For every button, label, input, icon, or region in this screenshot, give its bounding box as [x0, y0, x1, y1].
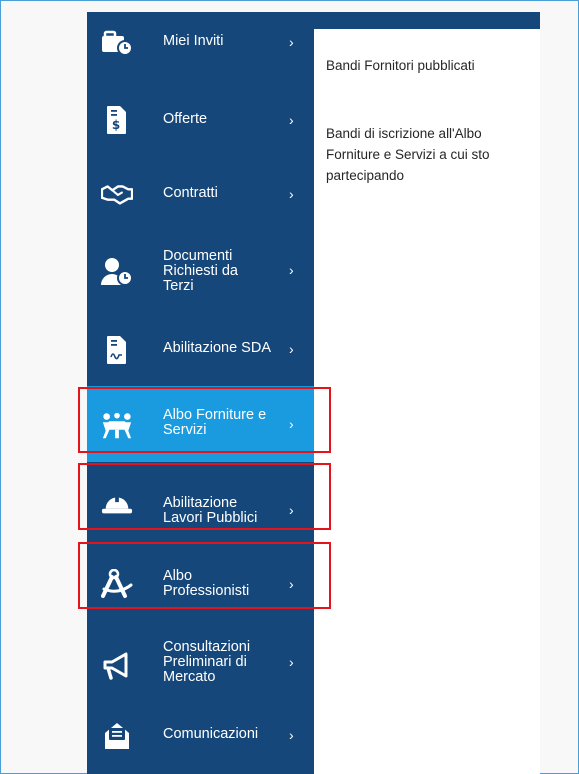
people-table-icon [101, 410, 133, 442]
menu-item-albo-professionisti[interactable]: Albo Professionisti › [87, 542, 314, 622]
menu-item-miei-inviti[interactable]: Miei Inviti › [87, 12, 314, 72]
submenu-link-bandi-iscrizione[interactable]: Bandi di iscrizione all'Albo Forniture e… [326, 123, 536, 186]
megaphone-icon [101, 650, 133, 682]
menu-item-albo-forniture[interactable]: Albo Forniture e Servizi › [87, 386, 314, 462]
menu-item-label: Consultazioni Preliminari di Mercato [163, 639, 251, 685]
menu-item-label: Albo Professionisti [163, 568, 250, 599]
menu-item-label: Miei Inviti [163, 33, 224, 49]
handshake-icon [101, 178, 133, 210]
chevron-right-icon: › [289, 34, 294, 50]
drafting-compass-icon [101, 568, 133, 600]
menu-item-label: Offerte [163, 111, 208, 127]
sidebar-menu: Miei Inviti › $ Offerte › Contratti › Do… [87, 12, 314, 774]
menu-item-abilitazione-lavori[interactable]: Abilitazione Lavori Pubblici › [87, 462, 314, 542]
chevron-right-icon: › [289, 502, 294, 518]
chevron-right-icon: › [289, 727, 294, 743]
menu-item-label: Abilitazione Lavori Pubblici [163, 495, 258, 526]
chevron-right-icon: › [289, 186, 294, 202]
menu-item-label: Comunicazioni [163, 726, 259, 742]
chevron-right-icon: › [289, 262, 294, 278]
menu-item-label: Contratti [163, 185, 218, 201]
user-clock-icon [101, 256, 133, 288]
hard-hat-icon [101, 488, 133, 520]
menu-item-label: Documenti Richiesti da Terzi [163, 248, 238, 294]
menu-item-abilitazione-sda[interactable]: Abilitazione SDA › [87, 308, 314, 386]
submenu-link-bandi-pubblicati[interactable]: Bandi Fornitori pubblicati [326, 55, 536, 76]
briefcase-clock-icon [101, 26, 133, 58]
menu-item-offerte[interactable]: $ Offerte › [87, 84, 314, 156]
submenu-panel: Bandi Fornitori pubblicati Bandi di iscr… [314, 29, 540, 774]
menu-item-consultazioni[interactable]: Consultazioni Preliminari di Mercato › [87, 622, 314, 704]
svg-text:$: $ [112, 118, 120, 132]
chevron-right-icon: › [289, 654, 294, 670]
chevron-right-icon: › [289, 576, 294, 592]
envelope-message-icon [101, 720, 133, 752]
menu-item-contratti[interactable]: Contratti › [87, 156, 314, 232]
chevron-right-icon: › [289, 112, 294, 128]
signed-document-icon [101, 334, 133, 366]
menu-item-documenti-richiesti[interactable]: Documenti Richiesti da Terzi › [87, 232, 314, 308]
menu-item-label: Abilitazione SDA [163, 340, 271, 356]
chevron-right-icon: › [289, 341, 294, 357]
dollar-document-icon: $ [101, 104, 133, 136]
menu-item-comunicazioni[interactable]: Comunicazioni › [87, 704, 314, 774]
chevron-right-icon: › [289, 416, 294, 432]
menu-item-label: Albo Forniture e Servizi [163, 407, 267, 438]
